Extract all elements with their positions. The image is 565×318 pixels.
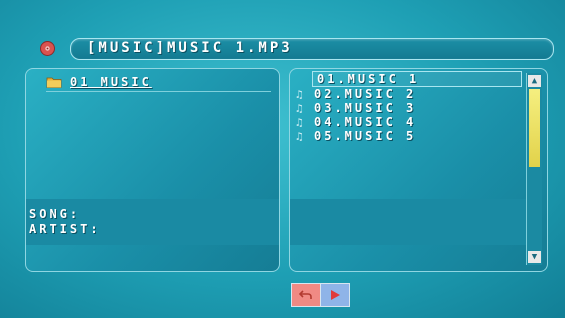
song-label: SONG: [29,207,81,221]
list-item[interactable]: ♫ 02.MUSIC 2 [290,87,522,101]
list-item-label: 01.MUSIC 1 [317,72,420,86]
title-bar: [MUSIC]MUSIC 1.MP3 [70,38,554,60]
list-item[interactable]: ♫ 05.MUSIC 5 [290,129,522,143]
list-item-label: 03.MUSIC 3 [314,101,417,115]
list-item-selected[interactable]: 01.MUSIC 1 [312,71,522,87]
folder-icon [46,77,62,88]
triangle-down-icon[interactable]: ▼ [528,251,541,263]
note-icon: ♫ [296,87,303,101]
return-button[interactable] [291,283,321,307]
folder-item[interactable]: 01 MUSIC [46,73,271,92]
folder-label: 01 MUSIC [70,75,152,89]
list-item[interactable]: ♫ 04.MUSIC 4 [290,115,522,129]
return-icon [299,290,312,299]
list-item-label: 04.MUSIC 4 [314,115,417,129]
list-lower-band [290,199,526,245]
triangle-up-icon[interactable]: ▲ [528,75,541,87]
list-item-label: 02.MUSIC 2 [314,87,417,101]
current-track-title: [MUSIC]MUSIC 1.MP3 [87,40,293,56]
file-list: 01.MUSIC 1 ♫ 02.MUSIC 2 ♫ 03.MUSIC 3 ♫ 0… [290,71,522,143]
scroll-thumb[interactable] [529,89,540,167]
artist-label: ARTIST: [29,222,101,236]
play-icon [331,290,340,300]
folder-panel: 01 MUSIC SONG: ARTIST: [25,68,280,272]
file-list-panel: 01.MUSIC 1 ♫ 02.MUSIC 2 ♫ 03.MUSIC 3 ♫ 0… [289,68,548,272]
list-item[interactable]: ♫ 03.MUSIC 3 [290,101,522,115]
note-icon: ♫ [296,101,303,115]
play-button[interactable] [320,283,350,307]
disc-icon [40,41,55,56]
list-item-label: 05.MUSIC 5 [314,129,417,143]
note-icon: ♫ [296,115,303,129]
note-icon: ♫ [296,129,303,143]
scrollbar[interactable]: ▲ ▼ [526,73,542,265]
